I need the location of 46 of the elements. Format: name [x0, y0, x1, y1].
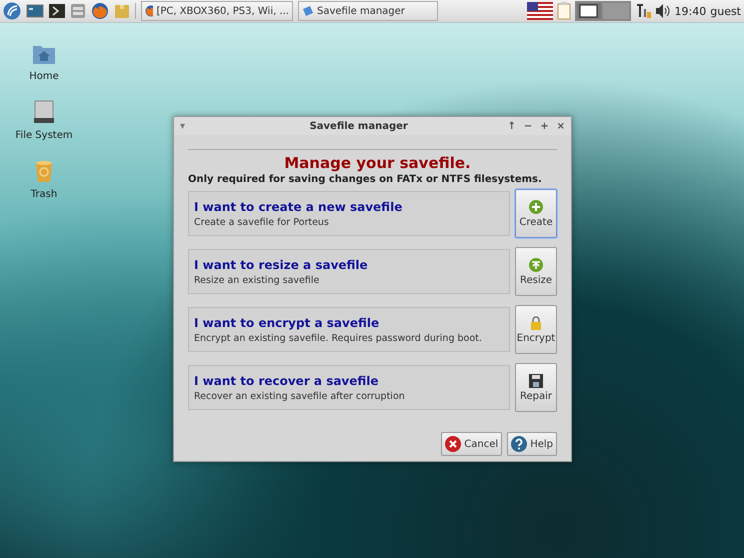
flag-icon[interactable] [526, 2, 553, 20]
dialog-heading: Manage your savefile. [283, 154, 472, 172]
clipboard-icon[interactable] [556, 2, 571, 20]
window-control-button[interactable]: × [556, 120, 565, 132]
globe-fox-icon[interactable] [91, 2, 109, 20]
help-button[interactable]: Help [507, 432, 557, 456]
desktop-icon[interactable] [26, 3, 44, 19]
dialog-subheading: Only required for saving changes on FATx or NTFS filesystems. [188, 174, 543, 185]
terminal-icon[interactable] [49, 4, 65, 18]
padlock-icon [530, 316, 542, 330]
cancel-icon [445, 436, 462, 452]
workspace-pager-icon[interactable] [574, 1, 631, 21]
option-title: I want to recover a savefile [194, 374, 380, 388]
desktop-icon-label[interactable]: File System [15, 130, 73, 141]
cancel-button[interactable]: Cancel [441, 432, 502, 456]
home-folder-icon[interactable] [32, 43, 56, 65]
swirl-logo-icon[interactable] [3, 2, 21, 20]
option-button[interactable]: Repair [515, 363, 557, 412]
option-description: Recover an existing savefile after corruption [194, 391, 406, 402]
hard-drive-icon[interactable] [32, 100, 55, 124]
option-title: I want to resize a savefile [194, 258, 369, 272]
option-button[interactable]: Create [515, 189, 557, 238]
window-icon [302, 5, 314, 17]
option-title: I want to encrypt a savefile [194, 316, 380, 330]
clock[interactable]: 19:40 [674, 4, 706, 18]
volume-icon[interactable] [654, 3, 671, 19]
desktop-icon-label[interactable]: Home [29, 71, 59, 82]
option-description: Encrypt an existing savefile. Requires password during boot. [194, 333, 483, 344]
option-button[interactable]: Resize [515, 247, 557, 296]
user-name[interactable]: guest [710, 4, 741, 18]
taskbar-task[interactable]: Savefile manager [298, 1, 438, 21]
option-description: Resize an existing savefile [194, 275, 320, 286]
network-icon[interactable] [634, 3, 651, 19]
help-icon [511, 436, 528, 452]
window-control-button[interactable]: + [540, 120, 549, 132]
option-description: Create a savefile for Porteus [194, 217, 330, 228]
globe-fox-icon [145, 5, 154, 17]
option-title: I want to create a new savefile [194, 200, 404, 214]
window-title: Savefile manager [308, 120, 409, 132]
window-control-button[interactable]: − [524, 120, 532, 132]
up-arrow-icon [529, 258, 543, 272]
window-control-button[interactable]: ↑ [507, 120, 516, 132]
taskbar-task[interactable]: [PC, XBOX360, PS3, Wii, ... [141, 1, 293, 21]
plus-icon [529, 200, 543, 214]
desktop-icon-label[interactable]: Trash [30, 189, 58, 200]
option-button[interactable]: Encrypt [515, 305, 557, 354]
